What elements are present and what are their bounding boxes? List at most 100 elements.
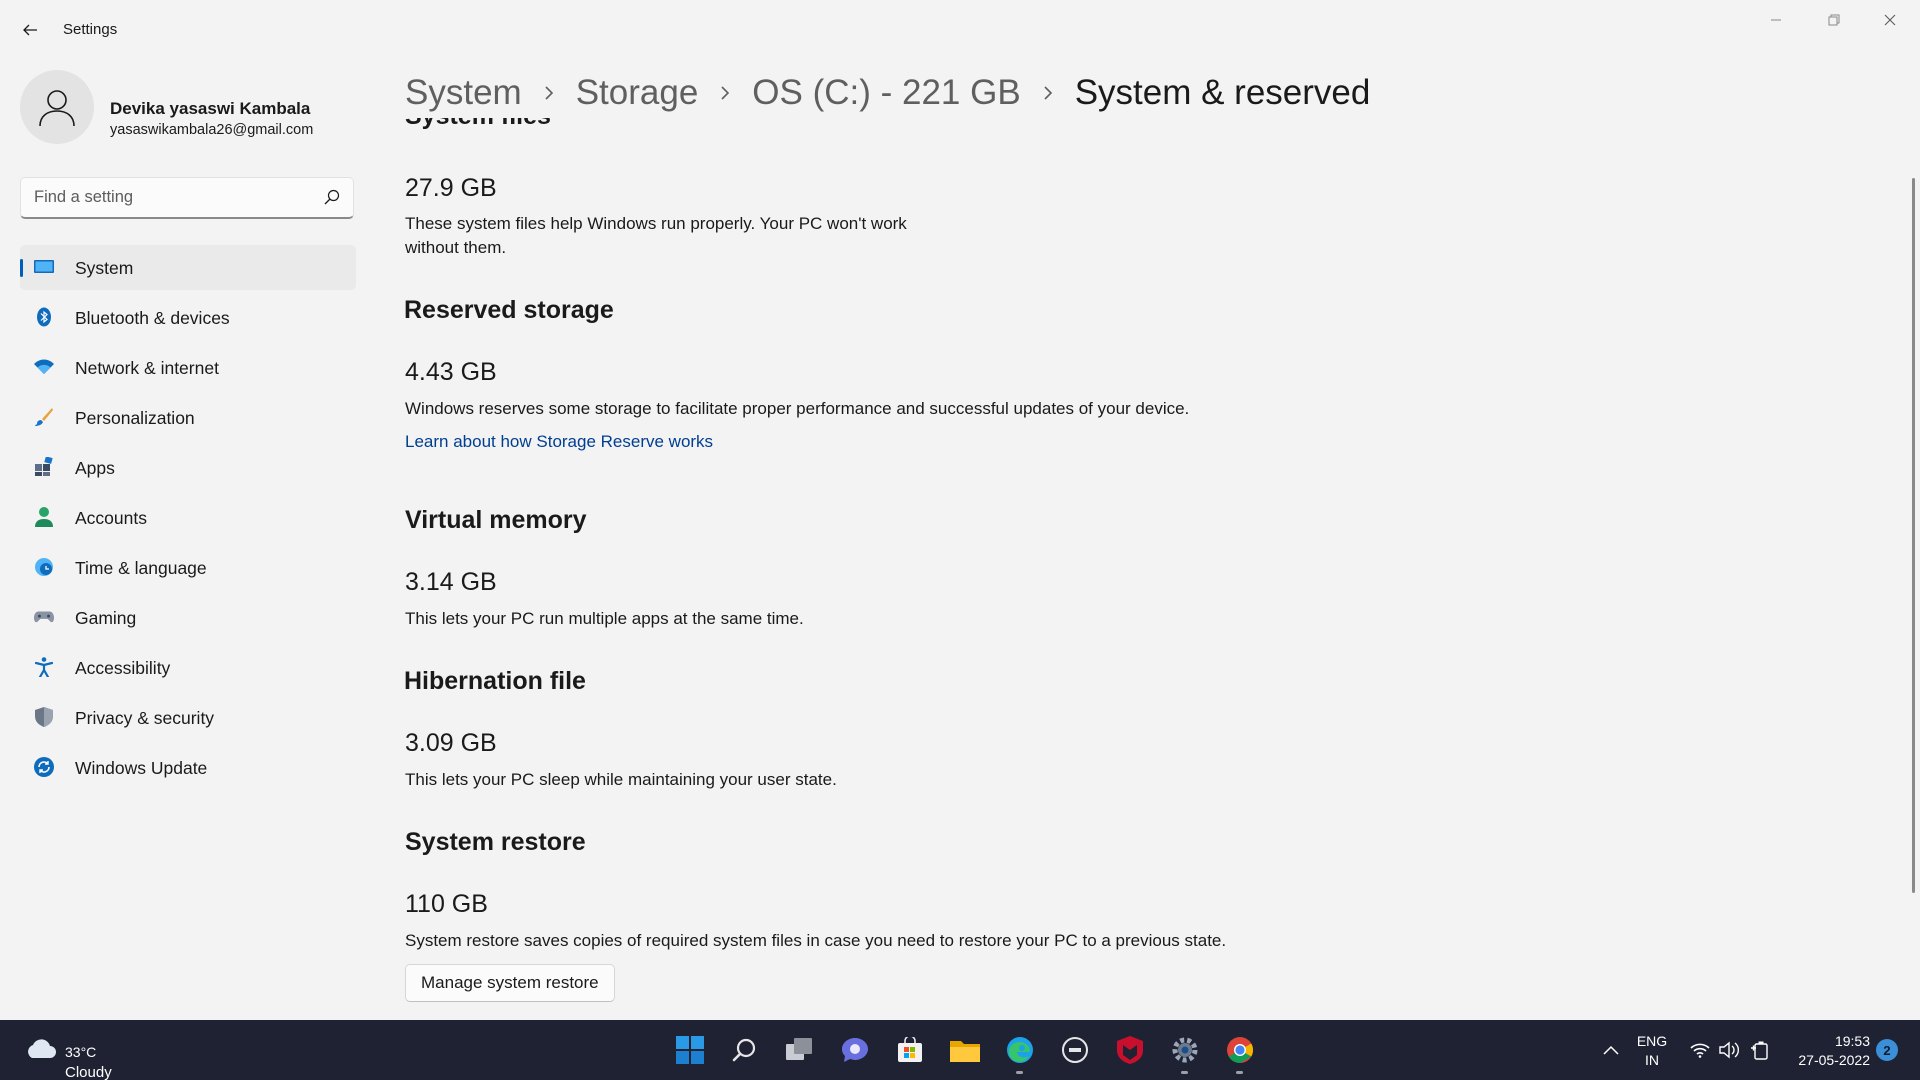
search-icon: [732, 1038, 755, 1062]
sidebar: Devika yasaswi Kambala yasaswikambala26@…: [0, 60, 370, 1020]
section-title-reserved-storage: Reserved storage: [404, 296, 614, 324]
back-button[interactable]: [14, 14, 46, 46]
cloud-icon: [28, 1039, 56, 1058]
weather-widget[interactable]: 33°C Cloudy: [24, 1032, 134, 1080]
sidebar-item-network[interactable]: Network & internet: [20, 345, 356, 390]
desc-system-files: These system files help Windows run prop…: [405, 214, 907, 233]
weather-temp: 33°C: [65, 1044, 97, 1060]
search-input[interactable]: [21, 178, 311, 216]
close-icon: [1884, 14, 1896, 26]
task-view-button[interactable]: [772, 1030, 827, 1070]
mcafee-button[interactable]: [1102, 1030, 1157, 1070]
breadcrumb-storage[interactable]: Storage: [576, 73, 699, 113]
restore-icon: [1828, 14, 1840, 26]
scrollbar-thumb[interactable]: [1912, 178, 1915, 893]
taskbar-search-button[interactable]: [717, 1030, 772, 1070]
section-title-virtual-memory: Virtual memory: [405, 506, 587, 534]
user-email: yasaswikambala26@gmail.com: [110, 122, 314, 138]
user-name: Devika yasaswi Kambala: [110, 99, 311, 118]
notification-badge[interactable]: 2: [1876, 1039, 1898, 1061]
apps-icon: [34, 457, 54, 477]
breadcrumb-current: System & reserved: [1074, 73, 1371, 112]
sidebar-item-gaming[interactable]: Gaming: [20, 595, 356, 640]
size-system-files: 27.9 GB: [405, 174, 497, 202]
close-button[interactable]: [1862, 0, 1918, 40]
desc-virtual-memory: This lets your PC run multiple apps at t…: [405, 609, 804, 628]
sidebar-item-label: Apps: [75, 458, 115, 478]
sidebar-item-accessibility[interactable]: Accessibility: [20, 645, 356, 690]
sidebar-item-label: Network & internet: [75, 358, 219, 378]
size-reserved-storage: 4.43 GB: [405, 358, 497, 386]
clock-date: 27-05-2022: [1798, 1052, 1870, 1068]
globe-clock-icon: [34, 557, 54, 577]
edge-button[interactable]: [992, 1030, 1047, 1074]
file-explorer-button[interactable]: [937, 1030, 992, 1070]
sidebar-item-privacy-security[interactable]: Privacy & security: [20, 695, 356, 740]
chrome-browser-icon: [1226, 1037, 1253, 1064]
sidebar-item-time-language[interactable]: Time & language: [20, 545, 356, 590]
sidebar-item-label: Bluetooth & devices: [75, 308, 230, 328]
gamepad-icon: [34, 607, 54, 627]
breadcrumb-system[interactable]: System: [405, 73, 522, 113]
sidebar-item-label: Accessibility: [75, 658, 171, 678]
sidebar-item-label: Personalization: [75, 408, 195, 428]
chat-button[interactable]: [827, 1030, 882, 1070]
chevron-right-icon: [1021, 73, 1075, 113]
title-bar: Settings: [0, 0, 1920, 60]
chevron-up-icon: [1603, 1045, 1619, 1055]
desc-system-files-cont: without them.: [405, 238, 507, 257]
sidebar-item-label: Gaming: [75, 608, 137, 628]
mcafee-icon: [1116, 1036, 1143, 1064]
content-pane: System files 27.9 GB These system files …: [404, 118, 1884, 1018]
volume-icon: [1719, 1041, 1739, 1059]
sidebar-item-personalization[interactable]: Personalization: [20, 395, 356, 440]
microsoft-store-icon: [897, 1037, 922, 1062]
breadcrumb-drive[interactable]: OS (C:) - 221 GB: [752, 73, 1020, 113]
sidebar-item-accounts[interactable]: Accounts: [20, 495, 356, 540]
start-button[interactable]: [662, 1030, 717, 1070]
bluetooth-icon: [34, 307, 54, 327]
network-tray-button[interactable]: [1686, 1020, 1714, 1080]
storage-reserve-link[interactable]: Learn about how Storage Reserve works: [405, 432, 713, 452]
search-box: [20, 177, 354, 219]
desc-hibernation-file: This lets your PC sleep while maintainin…: [405, 770, 837, 789]
restore-button[interactable]: [1806, 0, 1862, 40]
store-button[interactable]: [882, 1030, 937, 1070]
dell-button[interactable]: [1047, 1030, 1102, 1070]
search-icon[interactable]: [324, 189, 340, 205]
user-profile[interactable]: Devika yasaswi Kambala yasaswikambala26@…: [20, 70, 360, 150]
accessibility-icon: [34, 657, 54, 677]
windows-start-icon: [675, 1036, 704, 1064]
chrome-button[interactable]: [1212, 1030, 1267, 1074]
wifi-icon: [1690, 1043, 1710, 1058]
dell-icon: [1061, 1037, 1088, 1063]
section-title-hibernation-file: Hibernation file: [404, 667, 586, 695]
manage-system-restore-button[interactable]: Manage system restore: [405, 964, 615, 1002]
sidebar-item-apps[interactable]: Apps: [20, 445, 356, 490]
avatar: [20, 70, 94, 144]
clock[interactable]: 19:53 27-05-2022: [1770, 1032, 1870, 1070]
update-icon: [34, 757, 54, 777]
sidebar-nav: System Bluetooth & devices Network & int…: [20, 245, 356, 795]
file-explorer-icon: [949, 1041, 980, 1062]
wifi-icon: [34, 357, 54, 377]
edge-browser-icon: [1006, 1037, 1033, 1063]
shield-icon: [34, 707, 54, 727]
minimize-button[interactable]: [1748, 0, 1804, 40]
volume-tray-button[interactable]: [1716, 1020, 1744, 1080]
monitor-icon: [34, 257, 54, 277]
app-title: Settings: [63, 21, 118, 38]
breadcrumb: System Storage OS (C:) - 221 GB System &…: [405, 68, 1370, 118]
chevron-right-icon: [522, 73, 576, 113]
person-avatar-icon: [39, 90, 75, 127]
sidebar-item-windows-update[interactable]: Windows Update: [20, 745, 356, 790]
settings-taskbar-button[interactable]: [1157, 1030, 1212, 1074]
taskbar-apps: [662, 1030, 1267, 1074]
language-code: ENG: [1636, 1033, 1668, 1049]
sidebar-item-bluetooth[interactable]: Bluetooth & devices: [20, 295, 356, 340]
sidebar-item-label: Accounts: [75, 508, 147, 528]
battery-icon: [1751, 1041, 1768, 1060]
language-indicator[interactable]: ENG IN: [1620, 1032, 1684, 1070]
section-title-system-restore: System restore: [405, 828, 586, 856]
sidebar-item-system[interactable]: System: [20, 245, 356, 290]
